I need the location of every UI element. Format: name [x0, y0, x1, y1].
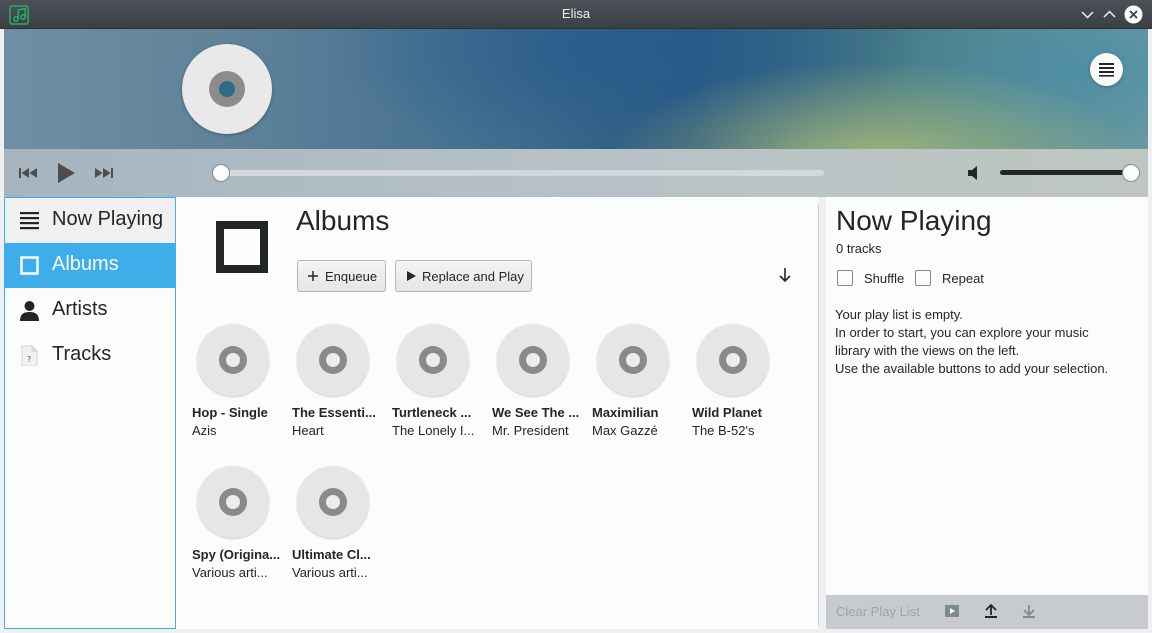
album-artist: Various arti...	[192, 565, 268, 580]
album-title: Spy (Origina...	[192, 547, 281, 562]
clear-playlist-button[interactable]: Clear Play List	[836, 604, 920, 619]
list-icon	[20, 212, 39, 230]
plus-icon	[308, 271, 318, 281]
application-menu-button[interactable]	[1090, 53, 1123, 86]
album-artist: Azis	[192, 423, 217, 438]
playlist-panel: Now Playing 0 tracks Shuffle Repeat Your…	[826, 197, 1148, 629]
album-view-icon	[216, 221, 268, 273]
album-title: Maximilian	[592, 405, 659, 420]
shuffle-checkbox[interactable]	[837, 270, 853, 286]
arrow-down-icon[interactable]	[778, 267, 792, 283]
maximize-icon[interactable]	[1100, 5, 1119, 24]
album-title: We See The ...	[492, 405, 580, 420]
album-item[interactable]: Spy (Origina... Various arti...	[192, 466, 288, 586]
track-file-icon: ?	[21, 345, 38, 366]
album-item[interactable]: Turtleneck ... The Lonely I...	[392, 324, 488, 444]
replace-and-play-button-label: Replace and Play	[422, 269, 524, 284]
album-icon	[20, 256, 39, 275]
album-artist: The B-52's	[692, 423, 755, 438]
sidebar-item-label: Artists	[52, 298, 108, 320]
albums-view: Albums Enqueue Replace and Play Hop - Si…	[176, 197, 818, 629]
empty-message-line: Use the available buttons to add your se…	[835, 361, 1109, 376]
artist-icon	[20, 301, 39, 321]
enqueue-button-label: Enqueue	[325, 269, 378, 284]
playlist-toolbar: Clear Play List	[826, 595, 1148, 629]
panel-divider[interactable]	[818, 205, 819, 625]
sidebar-item-label: Tracks	[52, 343, 112, 365]
page-title: Albums	[296, 205, 390, 236]
player-controls	[4, 149, 1148, 197]
upload-icon[interactable]	[983, 603, 999, 619]
hamburger-icon	[1099, 63, 1114, 77]
empty-message-line: In order to start, you can explore your …	[835, 325, 1089, 340]
volume-slider-handle[interactable]	[1122, 164, 1140, 182]
sidebar-item-label: Now Playing	[52, 208, 164, 230]
album-title: Wild Planet	[692, 405, 762, 420]
playlist-title: Now Playing	[836, 205, 992, 236]
sidebar-item-now-playing[interactable]: Now Playing	[5, 198, 175, 243]
sidebar: Now Playing Albums Artists ? Tracks	[4, 197, 176, 629]
enqueue-button[interactable]: Enqueue	[297, 260, 386, 292]
sidebar-item-albums[interactable]: Albums	[5, 243, 175, 288]
album-title: Hop - Single	[192, 405, 268, 420]
empty-message-line: Your play list is empty.	[835, 307, 963, 322]
album-item[interactable]: Wild Planet The B-52's	[692, 324, 788, 444]
speaker-icon[interactable]	[966, 164, 984, 182]
album-disc-image	[597, 324, 669, 396]
skip-back-icon[interactable]	[16, 161, 40, 185]
show-current-track-icon[interactable]	[944, 603, 960, 619]
now-playing-header	[4, 29, 1148, 149]
album-item[interactable]: We See The ... Mr. President	[492, 324, 588, 444]
close-icon[interactable]	[1124, 5, 1143, 24]
album-disc-image	[697, 324, 769, 396]
play-icon[interactable]	[54, 161, 78, 185]
minimize-icon[interactable]	[1078, 5, 1097, 24]
skip-forward-icon[interactable]	[92, 161, 116, 185]
play-icon	[407, 271, 416, 281]
album-title: The Essenti...	[292, 405, 376, 420]
repeat-checkbox[interactable]	[915, 270, 931, 286]
empty-playlist-message: Your play list is empty. In order to sta…	[835, 306, 1108, 378]
album-title: Turtleneck ...	[392, 405, 472, 420]
album-disc-image	[197, 466, 269, 538]
album-item[interactable]: Ultimate Cl... Various arti...	[292, 466, 388, 586]
album-disc-image	[197, 324, 269, 396]
sidebar-item-tracks[interactable]: ? Tracks	[5, 333, 175, 378]
album-artist: Various arti...	[292, 565, 368, 580]
album-disc-image	[297, 466, 369, 538]
album-artist: Heart	[292, 423, 324, 438]
album-item[interactable]: Hop - Single Azis	[192, 324, 288, 444]
playlist-track-count: 0 tracks	[836, 241, 882, 256]
album-disc-image	[497, 324, 569, 396]
album-item[interactable]: Maximilian Max Gazzé	[592, 324, 688, 444]
download-icon[interactable]	[1021, 603, 1037, 619]
album-cover-placeholder	[182, 44, 272, 134]
album-disc-image	[397, 324, 469, 396]
album-artist: Max Gazzé	[592, 423, 658, 438]
seek-slider[interactable]	[222, 170, 824, 176]
album-artist: Mr. President	[492, 423, 569, 438]
window-title: Elisa	[561, 6, 591, 21]
title-bar: Elisa	[0, 0, 1152, 29]
sidebar-item-label: Albums	[52, 253, 119, 275]
svg-text:?: ?	[27, 355, 31, 364]
sidebar-item-artists[interactable]: Artists	[5, 288, 175, 333]
album-disc-image	[297, 324, 369, 396]
album-title: Ultimate Cl...	[292, 547, 371, 562]
album-item[interactable]: The Essenti... Heart	[292, 324, 388, 444]
replace-and-play-button[interactable]: Replace and Play	[395, 260, 532, 292]
empty-message-line: library with the views on the left.	[835, 343, 1020, 358]
album-artist: The Lonely I...	[392, 423, 475, 438]
shuffle-label[interactable]: Shuffle	[864, 271, 904, 286]
repeat-label[interactable]: Repeat	[942, 271, 984, 286]
volume-slider[interactable]	[1000, 170, 1130, 175]
seek-slider-handle[interactable]	[212, 164, 230, 182]
